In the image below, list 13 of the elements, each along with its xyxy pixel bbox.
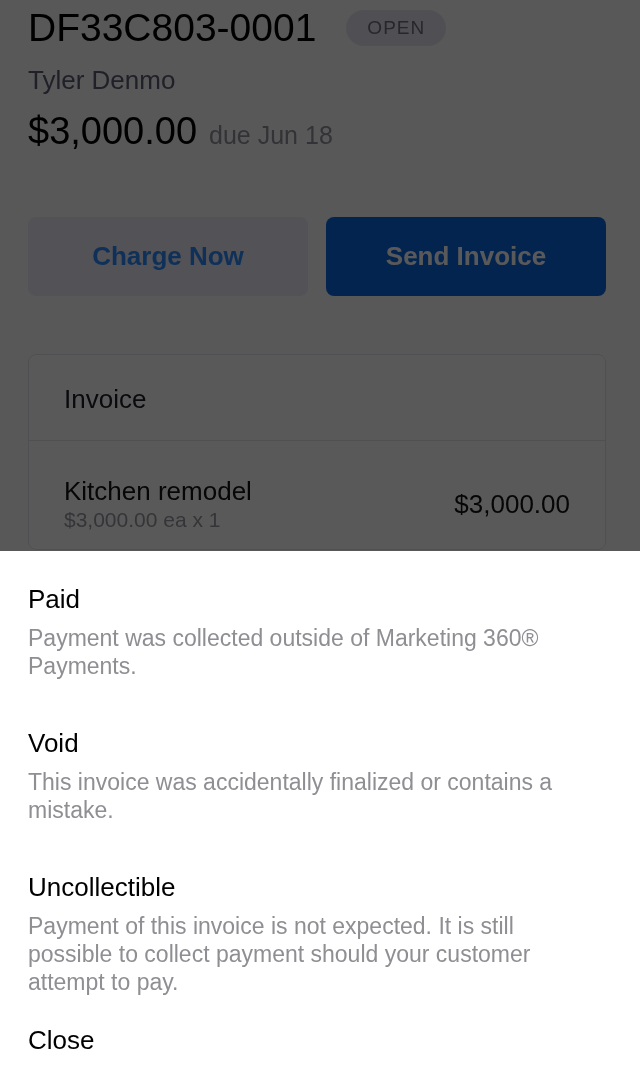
option-title[interactable]: Void	[28, 728, 79, 758]
option-description: This invoice was accidentally finalized or contains a mistake.	[28, 768, 554, 824]
close-button[interactable]: Close	[28, 1025, 95, 1055]
option-title[interactable]: Uncollectible	[28, 872, 176, 902]
card-title: Invoice	[64, 384, 147, 414]
customer-name: Tyler Denmo	[28, 65, 176, 95]
invoice-number: DF33C803-0001	[28, 6, 317, 50]
option-title[interactable]: Paid	[28, 584, 81, 614]
invoice-amount: $3,000.00	[28, 109, 198, 153]
option-description: Payment was collected outside of Marketing 360® Payments.	[28, 624, 540, 680]
line-item-total: $3,000.00	[454, 488, 570, 520]
option-description: Payment of this invoice is not expected. It is still possible to collect payment should your customer attempt to pay.	[28, 912, 532, 996]
line-item-name: Kitchen remodel	[64, 475, 252, 507]
